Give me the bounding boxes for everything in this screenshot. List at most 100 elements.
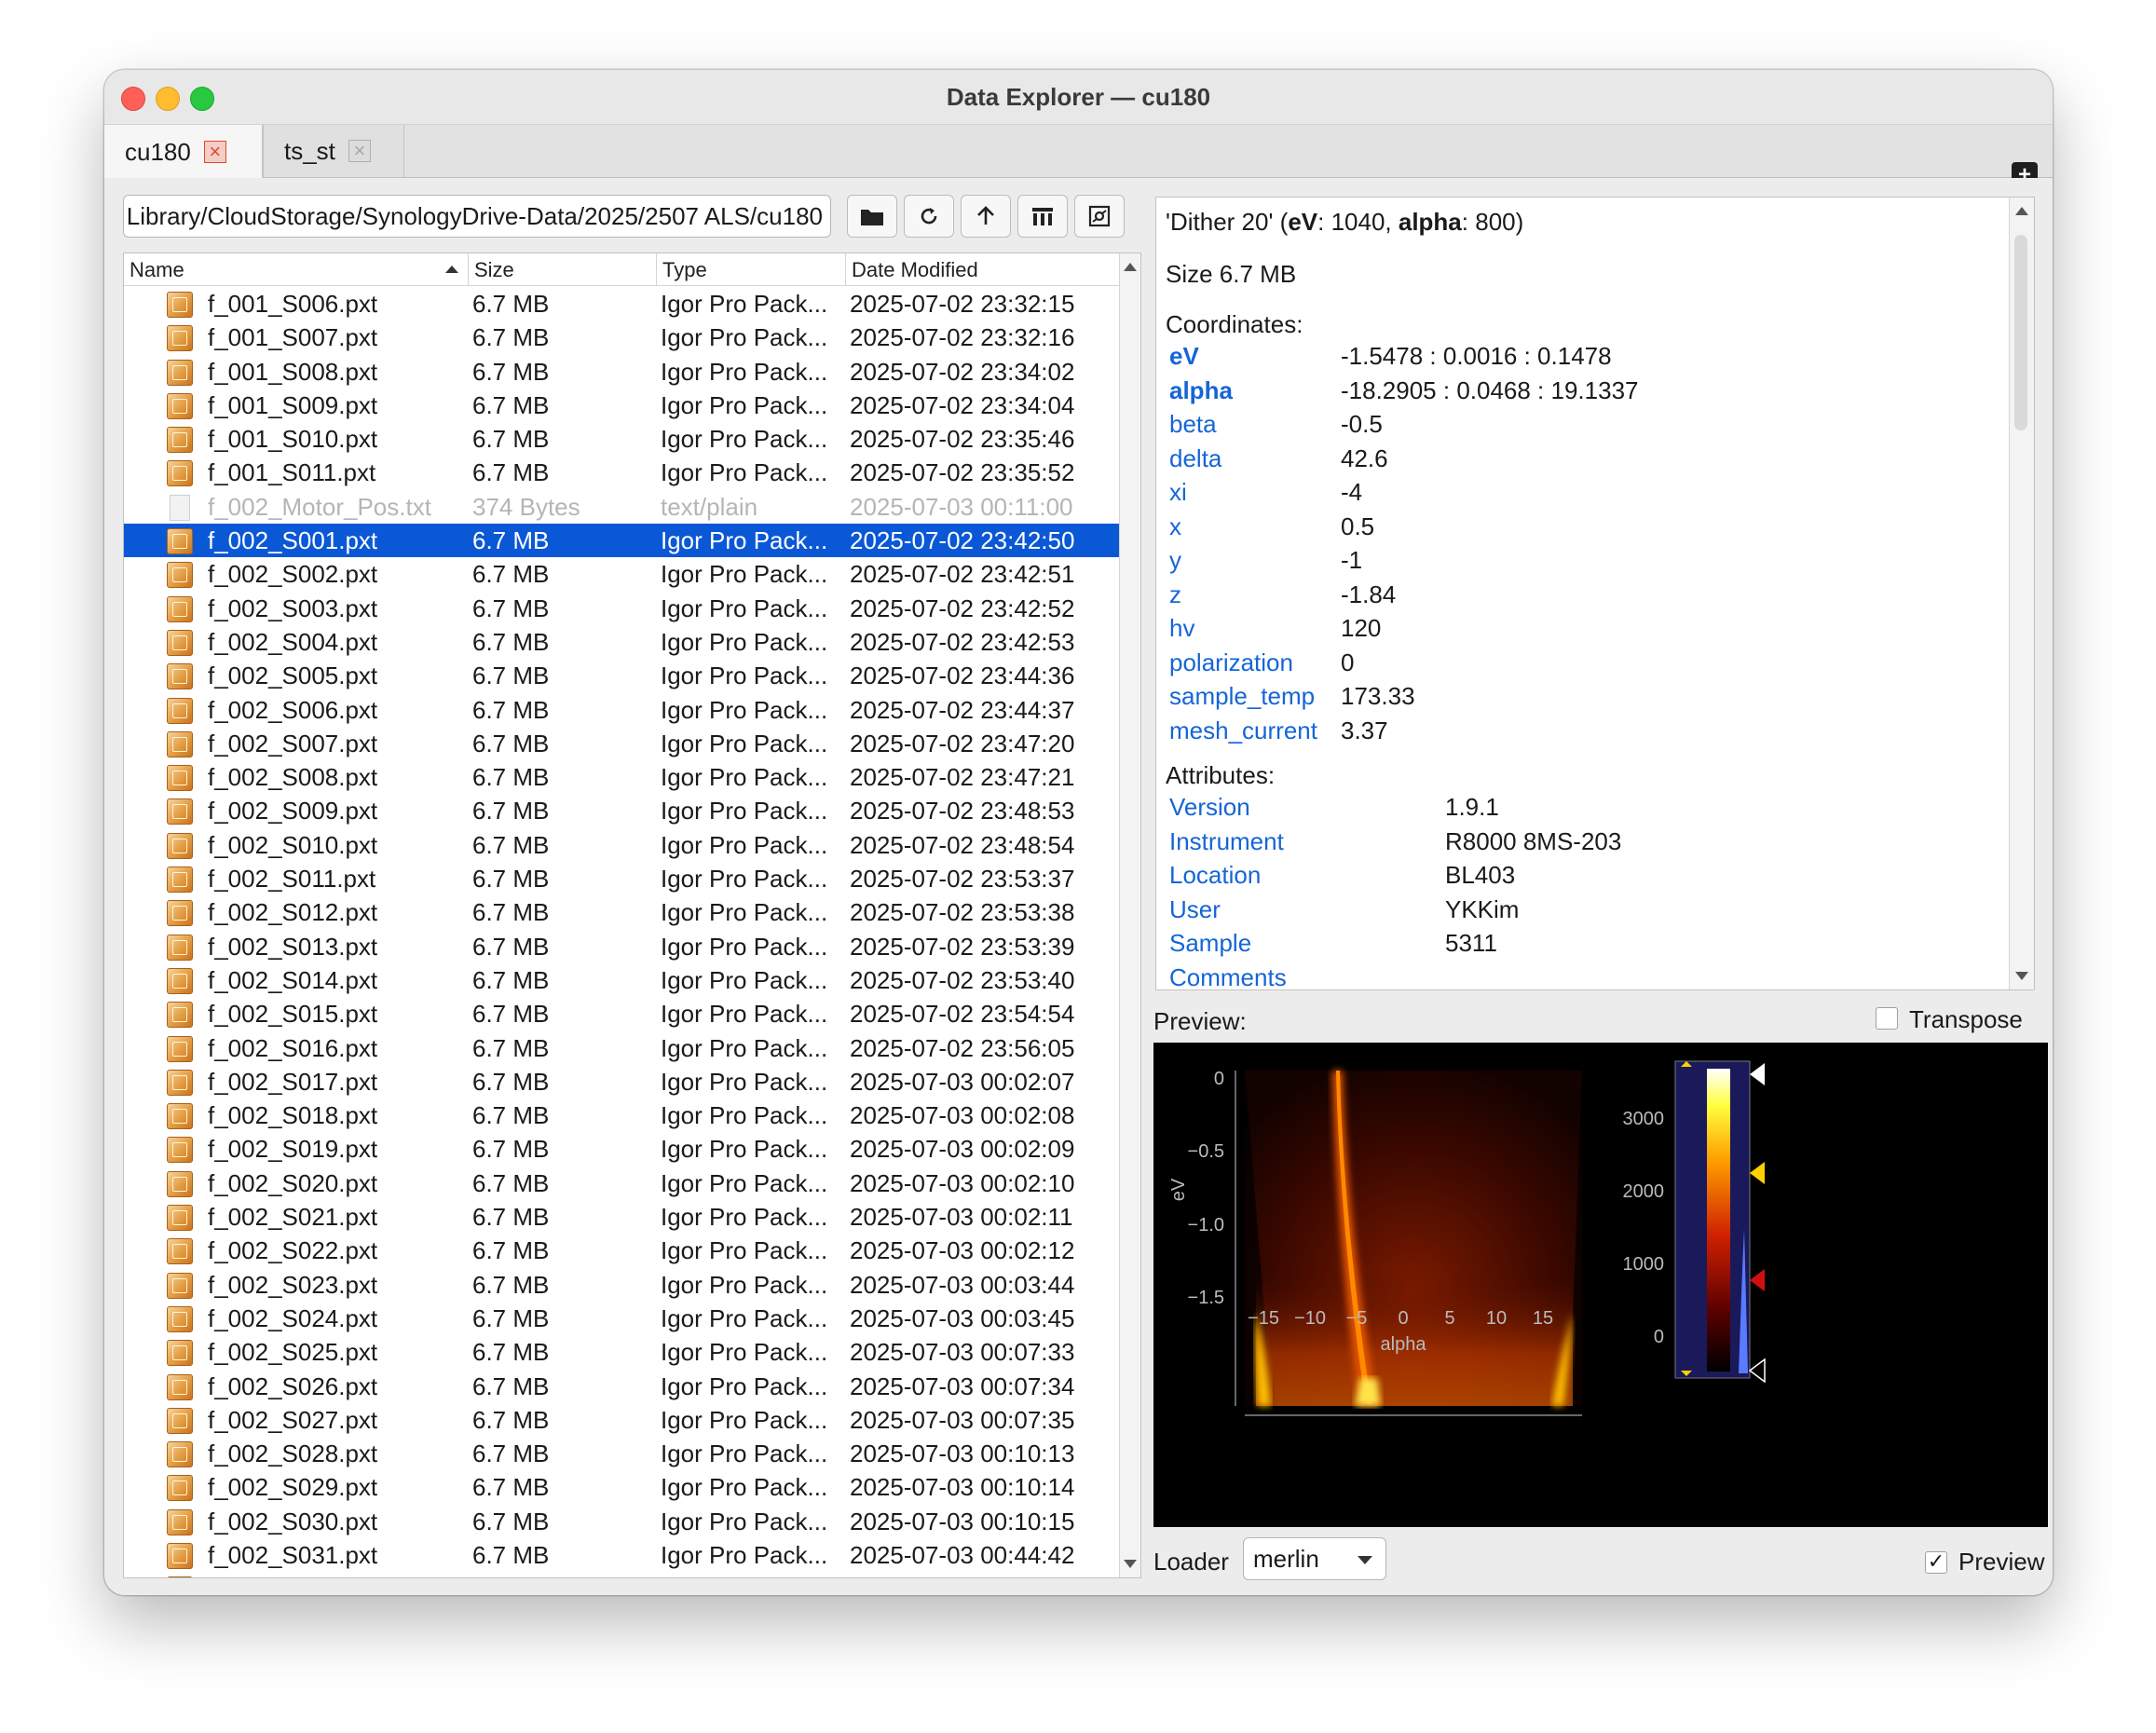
coordinate-key[interactable]: x bbox=[1169, 510, 1181, 543]
table-row[interactable]: f_001_S007.pxt 6.7 MB Igor Pro Pack... 2025… bbox=[124, 321, 1121, 354]
coordinate-key[interactable]: y bbox=[1169, 543, 1181, 577]
table-row[interactable]: f_002_S007.pxt 6.7 MB Igor Pro Pack... 2025… bbox=[124, 727, 1121, 760]
table-row[interactable]: f_002_S014.pxt 6.7 MB Igor Pro Pack... 2025… bbox=[124, 963, 1121, 997]
up-arrow-icon bbox=[977, 206, 994, 225]
table-row[interactable]: f_002_S028.pxt 6.7 MB Igor Pro Pack... 2025… bbox=[124, 1437, 1121, 1470]
table-row[interactable]: f_002_S009.pxt 6.7 MB Igor Pro Pack... 2025… bbox=[124, 794, 1121, 827]
package-file-icon bbox=[167, 1305, 193, 1332]
coordinate-key[interactable]: eV bbox=[1169, 339, 1199, 373]
columns-button[interactable] bbox=[1017, 195, 1068, 238]
table-row[interactable]: f_002_S006.pxt 6.7 MB Igor Pro Pack... 2025… bbox=[124, 693, 1121, 727]
coordinate-key[interactable]: mesh_current bbox=[1169, 714, 1317, 747]
table-row[interactable]: f_002_S017.pxt 6.7 MB Igor Pro Pack... 2025… bbox=[124, 1065, 1121, 1098]
attribute-key[interactable]: User bbox=[1169, 893, 1221, 926]
transpose-checkbox[interactable] bbox=[1876, 1007, 1898, 1030]
file-name: f_001_S009.pxt bbox=[208, 390, 378, 419]
file-size: 6.7 MB bbox=[472, 1067, 550, 1096]
loader-select[interactable]: merlin bbox=[1243, 1537, 1386, 1580]
go-up-button[interactable] bbox=[961, 195, 1011, 238]
table-row[interactable]: f_002_S025.pxt 6.7 MB Igor Pro Pack... 2025… bbox=[124, 1335, 1121, 1369]
coordinate-key[interactable]: hv bbox=[1169, 611, 1194, 645]
package-file-icon bbox=[167, 697, 193, 724]
y-tick-label: 0 bbox=[1214, 1069, 1224, 1089]
x-axis-label: alpha bbox=[1381, 1334, 1427, 1355]
panel-splitter[interactable] bbox=[1144, 252, 1152, 1578]
close-tab-icon[interactable]: × bbox=[348, 140, 371, 162]
table-row[interactable]: f_002_S003.pxt 6.7 MB Igor Pro Pack... 2025… bbox=[124, 592, 1121, 625]
table-row[interactable]: f_002_S005.pxt 6.7 MB Igor Pro Pack... 2025… bbox=[124, 659, 1121, 692]
attribute-key[interactable]: Sample bbox=[1169, 926, 1251, 960]
scroll-down-icon[interactable] bbox=[2015, 972, 2028, 980]
close-tab-icon[interactable]: × bbox=[203, 141, 226, 163]
colorbar-tick-label: 0 bbox=[1654, 1327, 1664, 1347]
table-row[interactable]: f_002_S032.pxt6.7 MB Igor Pro Pack... 2025… bbox=[124, 1572, 1121, 1577]
path-input[interactable]: Library/CloudStorage/SynologyDrive-Data/… bbox=[123, 195, 831, 238]
attribute-key[interactable]: Version bbox=[1169, 790, 1250, 824]
table-row[interactable]: f_002_S004.pxt 6.7 MB Igor Pro Pack... 2025… bbox=[124, 625, 1121, 659]
preview-checkbox[interactable]: ✓ bbox=[1925, 1551, 1947, 1574]
coordinate-key[interactable]: delta bbox=[1169, 442, 1221, 475]
coordinate-key[interactable]: beta bbox=[1169, 407, 1217, 441]
info-scrollbar[interactable] bbox=[2009, 198, 2034, 989]
file-list[interactable]: Name Size Type Date Modified f_001_S006.… bbox=[123, 252, 1141, 1578]
column-header-size[interactable]: Size bbox=[469, 253, 657, 285]
table-row[interactable]: f_002_S021.pxt 6.7 MB Igor Pro Pack... 2025… bbox=[124, 1200, 1121, 1234]
table-row[interactable]: f_002_S001.pxt 6.7 MB Igor Pro Pack... 2025… bbox=[124, 524, 1121, 558]
attribute-key[interactable]: Instrument bbox=[1169, 825, 1284, 858]
table-row[interactable]: f_002_S030.pxt 6.7 MB Igor Pro Pack... 2025… bbox=[124, 1505, 1121, 1538]
tab-cu180[interactable]: cu180 × bbox=[104, 125, 263, 179]
transpose-label[interactable]: Transpose bbox=[1909, 1005, 2023, 1034]
table-row[interactable]: f_001_S006.pxt 6.7 MB Igor Pro Pack... 2025… bbox=[124, 287, 1121, 321]
refresh-button[interactable] bbox=[904, 195, 954, 238]
colorbar[interactable] bbox=[1674, 1060, 1766, 1384]
info-scroll-thumb[interactable] bbox=[2014, 235, 2027, 430]
table-row[interactable]: f_001_S008.pxt 6.7 MB Igor Pro Pack... 2025… bbox=[124, 355, 1121, 389]
coordinate-key[interactable]: xi bbox=[1169, 475, 1187, 509]
open-folder-button[interactable] bbox=[847, 195, 897, 238]
table-row[interactable]: f_002_S015.pxt 6.7 MB Igor Pro Pack... 2025… bbox=[124, 997, 1121, 1030]
scroll-down-icon[interactable] bbox=[1124, 1560, 1137, 1568]
table-row[interactable]: f_002_S024.pxt 6.7 MB Igor Pro Pack... 2025… bbox=[124, 1302, 1121, 1335]
file-list-scrollbar[interactable] bbox=[1119, 253, 1140, 1577]
colorbar-tick-labels: 3000 2000 1000 0 bbox=[1623, 1109, 1665, 1347]
preview-plot[interactable]: 0 −0.5 −1.0 −1.5 −15 −10 −5 0 5 10 15 al… bbox=[1153, 1043, 2048, 1527]
table-row[interactable]: f_002_S020.pxt 6.7 MB Igor Pro Pack... 2025… bbox=[124, 1167, 1121, 1200]
table-row[interactable]: f_002_Motor_Pos.txt 374 Bytes text/plain 20… bbox=[124, 490, 1121, 524]
table-row[interactable]: f_002_S013.pxt 6.7 MB Igor Pro Pack... 2025… bbox=[124, 930, 1121, 963]
table-row[interactable]: f_002_S010.pxt 6.7 MB Igor Pro Pack... 2025… bbox=[124, 828, 1121, 862]
file-size: 6.7 MB bbox=[472, 695, 550, 724]
settings-button[interactable] bbox=[1074, 195, 1125, 238]
file-name: f_001_S011.pxt bbox=[208, 458, 376, 487]
column-header-name[interactable]: Name bbox=[124, 253, 469, 285]
attribute-key[interactable]: Comments bbox=[1169, 961, 1287, 990]
scroll-up-icon[interactable] bbox=[1124, 263, 1137, 271]
table-row[interactable]: f_002_S031.pxt 6.7 MB Igor Pro Pack... 2025… bbox=[124, 1538, 1121, 1572]
file-size: 6.7 MB bbox=[472, 1203, 550, 1232]
table-row[interactable]: f_002_S016.pxt 6.7 MB Igor Pro Pack... 2025… bbox=[124, 1031, 1121, 1065]
attribute-key[interactable]: Location bbox=[1169, 858, 1261, 892]
table-row[interactable]: f_002_S011.pxt 6.7 MB Igor Pro Pack... 2025… bbox=[124, 862, 1121, 895]
table-row[interactable]: f_001_S011.pxt 6.7 MB Igor Pro Pack... 2025… bbox=[124, 456, 1121, 489]
preview-toggle-label[interactable]: Preview bbox=[1958, 1548, 2044, 1576]
coordinate-key[interactable]: sample_temp bbox=[1169, 679, 1315, 713]
tab-ts-st[interactable]: ts_st × bbox=[263, 125, 404, 177]
table-row[interactable]: f_002_S029.pxt 6.7 MB Igor Pro Pack... 2025… bbox=[124, 1470, 1121, 1504]
table-row[interactable]: f_002_S023.pxt 6.7 MB Igor Pro Pack... 2025… bbox=[124, 1268, 1121, 1302]
coordinate-key[interactable]: alpha bbox=[1169, 374, 1233, 407]
table-row[interactable]: f_002_S008.pxt 6.7 MB Igor Pro Pack... 2025… bbox=[124, 760, 1121, 794]
table-row[interactable]: f_002_S022.pxt 6.7 MB Igor Pro Pack... 2025… bbox=[124, 1234, 1121, 1267]
table-row[interactable]: f_001_S010.pxt 6.7 MB Igor Pro Pack... 2025… bbox=[124, 422, 1121, 456]
file-name: f_002_S018.pxt bbox=[208, 1101, 378, 1130]
table-row[interactable]: f_002_S026.pxt 6.7 MB Igor Pro Pack... 2025… bbox=[124, 1370, 1121, 1403]
table-row[interactable]: f_001_S009.pxt 6.7 MB Igor Pro Pack... 2025… bbox=[124, 389, 1121, 422]
column-header-date[interactable]: Date Modified bbox=[846, 253, 1121, 285]
coordinate-key[interactable]: polarization bbox=[1169, 646, 1293, 679]
coordinate-key[interactable]: z bbox=[1169, 578, 1181, 611]
scroll-up-icon[interactable] bbox=[2015, 207, 2028, 215]
table-row[interactable]: f_002_S018.pxt 6.7 MB Igor Pro Pack... 2025… bbox=[124, 1098, 1121, 1132]
table-row[interactable]: f_002_S027.pxt 6.7 MB Igor Pro Pack... 2025… bbox=[124, 1403, 1121, 1437]
table-row[interactable]: f_002_S012.pxt 6.7 MB Igor Pro Pack... 2025… bbox=[124, 895, 1121, 929]
column-header-type[interactable]: Type bbox=[657, 253, 846, 285]
table-row[interactable]: f_002_S002.pxt 6.7 MB Igor Pro Pack... 2025… bbox=[124, 557, 1121, 591]
table-row[interactable]: f_002_S019.pxt 6.7 MB Igor Pro Pack... 2025… bbox=[124, 1132, 1121, 1166]
